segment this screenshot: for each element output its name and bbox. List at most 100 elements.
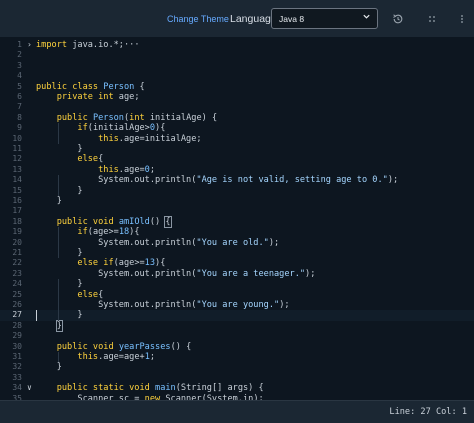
code-token: "You are young." — [196, 300, 280, 310]
code-line[interactable]: 12 else{ — [0, 154, 474, 164]
code-token: System.out.println( — [36, 175, 197, 186]
change-theme-button[interactable]: Change Theme — [167, 14, 229, 24]
code-token: import — [36, 40, 68, 50]
code-token: public void — [56, 341, 114, 352]
code-line[interactable]: 15 } — [0, 186, 474, 196]
code-line[interactable]: 13 this.age=0; — [0, 165, 474, 175]
code-token: System.out.println( — [36, 268, 197, 279]
code-line[interactable]: 21 } — [0, 248, 474, 258]
code-text: System.out.println("Age is not valid, se… — [36, 175, 398, 185]
code-text: this.age=age+1; — [36, 352, 155, 362]
line-number: 19 — [12, 227, 22, 237]
code-token: ){ — [155, 123, 166, 134]
line-number: 24 — [12, 279, 22, 289]
line-number: 25 — [12, 289, 22, 299]
code-line[interactable]: 18 public void amIOld() { — [0, 215, 474, 228]
more-icon[interactable] — [459, 14, 465, 24]
code-token: (age>= — [113, 258, 145, 269]
code-text: System.out.println("You are a teenager."… — [36, 269, 315, 279]
code-text: this.age=initialAge; — [36, 134, 202, 144]
fold-collapsed-icon[interactable]: › — [27, 40, 32, 50]
code-token: age; — [113, 92, 140, 102]
code-line[interactable]: 2 — [0, 50, 474, 60]
code-token: ); — [305, 268, 316, 279]
code-text: public Person(int initialAge) { — [36, 113, 217, 123]
line-number: 9 — [17, 123, 22, 133]
line-number: 4 — [17, 71, 22, 81]
line-number: 32 — [12, 362, 22, 372]
code-line[interactable]: 17 — [0, 206, 474, 216]
code-line[interactable]: 20 System.out.println("You are old."); — [0, 238, 474, 248]
code-line[interactable]: 9 if(initialAge>0){ — [0, 123, 474, 133]
language-select-value: Java 8 — [279, 14, 305, 24]
code-line[interactable]: 4 — [0, 71, 474, 81]
language-select[interactable]: Java 8 — [271, 8, 378, 29]
line-number: 10 — [12, 133, 22, 143]
code-line[interactable]: 26 System.out.println("You are young."); — [0, 300, 474, 310]
code-token: (age>= — [87, 227, 119, 238]
code-token: "Age is not valid, setting age to 0." — [196, 175, 388, 186]
code-line[interactable]: 10 this.age=initialAge; — [0, 134, 474, 144]
fold-expanded-icon[interactable]: ∨ — [27, 383, 32, 393]
code-token: { — [134, 81, 145, 92]
line-number: 26 — [12, 300, 22, 309]
code-token: } — [36, 248, 83, 258]
indent-guide — [57, 227, 59, 259]
code-line[interactable]: 3 — [0, 61, 474, 71]
code-token: else — [77, 154, 99, 165]
code-token: ; — [149, 352, 156, 362]
code-line[interactable]: 24 } — [0, 279, 474, 289]
indent-guide — [57, 352, 59, 363]
code-token: "You are a teenager." — [196, 268, 306, 279]
code-line[interactable]: 33 — [0, 373, 474, 383]
code-token: .age= — [118, 164, 145, 175]
line-number: 27 — [12, 310, 22, 320]
code-editor[interactable]: 1 › import java.io.*;··· 2 3 4 5 public class P… — [0, 37, 474, 400]
code-line[interactable]: 8 public Person(int initialAge) { — [0, 113, 474, 123]
code-token: yearPasses — [118, 341, 171, 352]
line-number: 1 — [17, 40, 22, 49]
line-number: 8 — [17, 112, 22, 122]
code-line[interactable]: 16 } — [0, 196, 474, 206]
code-line[interactable]: 11 } — [0, 144, 474, 154]
code-text: } — [36, 196, 62, 206]
code-line[interactable]: 29 — [0, 331, 474, 341]
code-text: this.age=0; — [36, 165, 155, 175]
code-text: System.out.println("You are old."); — [36, 238, 279, 248]
code-line[interactable]: 1 › import java.io.*;··· — [0, 40, 474, 50]
code-line[interactable]: 14 System.out.println("Age is not valid,… — [0, 175, 474, 185]
code-line[interactable]: 19 if(age>=18){ — [0, 227, 474, 237]
code-text: } — [36, 248, 83, 258]
code-line[interactable]: 23 System.out.println("You are a teenage… — [0, 269, 474, 279]
reset-icon[interactable] — [392, 13, 404, 25]
code-text: else if(age>=13){ — [36, 258, 165, 268]
code-token: } — [36, 310, 83, 321]
code-line[interactable]: 22 else if(age>=13){ — [0, 258, 474, 268]
code-token: 13 — [144, 258, 156, 269]
code-line[interactable]: 30 public void yearPasses() { — [0, 342, 474, 352]
code-line[interactable]: 31 this.age=age+1; — [0, 352, 474, 362]
code-token: "You are old." — [196, 237, 269, 248]
code-token: () { — [170, 341, 192, 352]
code-line[interactable]: 28 } — [0, 319, 474, 332]
code-token: private int — [56, 92, 114, 102]
code-line[interactable]: 25 else{ — [0, 290, 474, 300]
code-line[interactable]: 34 ∨ public static void main(String[] arg… — [0, 383, 474, 393]
code-token: } — [36, 144, 83, 154]
code-line[interactable]: 6 private int age; — [0, 92, 474, 102]
code-token: () — [149, 216, 166, 227]
code-line[interactable]: 27 } — [0, 310, 474, 321]
code-line[interactable]: 5 public class Person { — [0, 82, 474, 92]
code-token: (initialAge> — [87, 123, 150, 134]
code-text: } — [36, 186, 82, 196]
code-line[interactable]: 7 — [0, 102, 474, 112]
line-number: 15 — [12, 185, 22, 195]
code-line[interactable]: 32 } — [0, 362, 474, 372]
drag-handle-icon[interactable] — [428, 14, 436, 24]
